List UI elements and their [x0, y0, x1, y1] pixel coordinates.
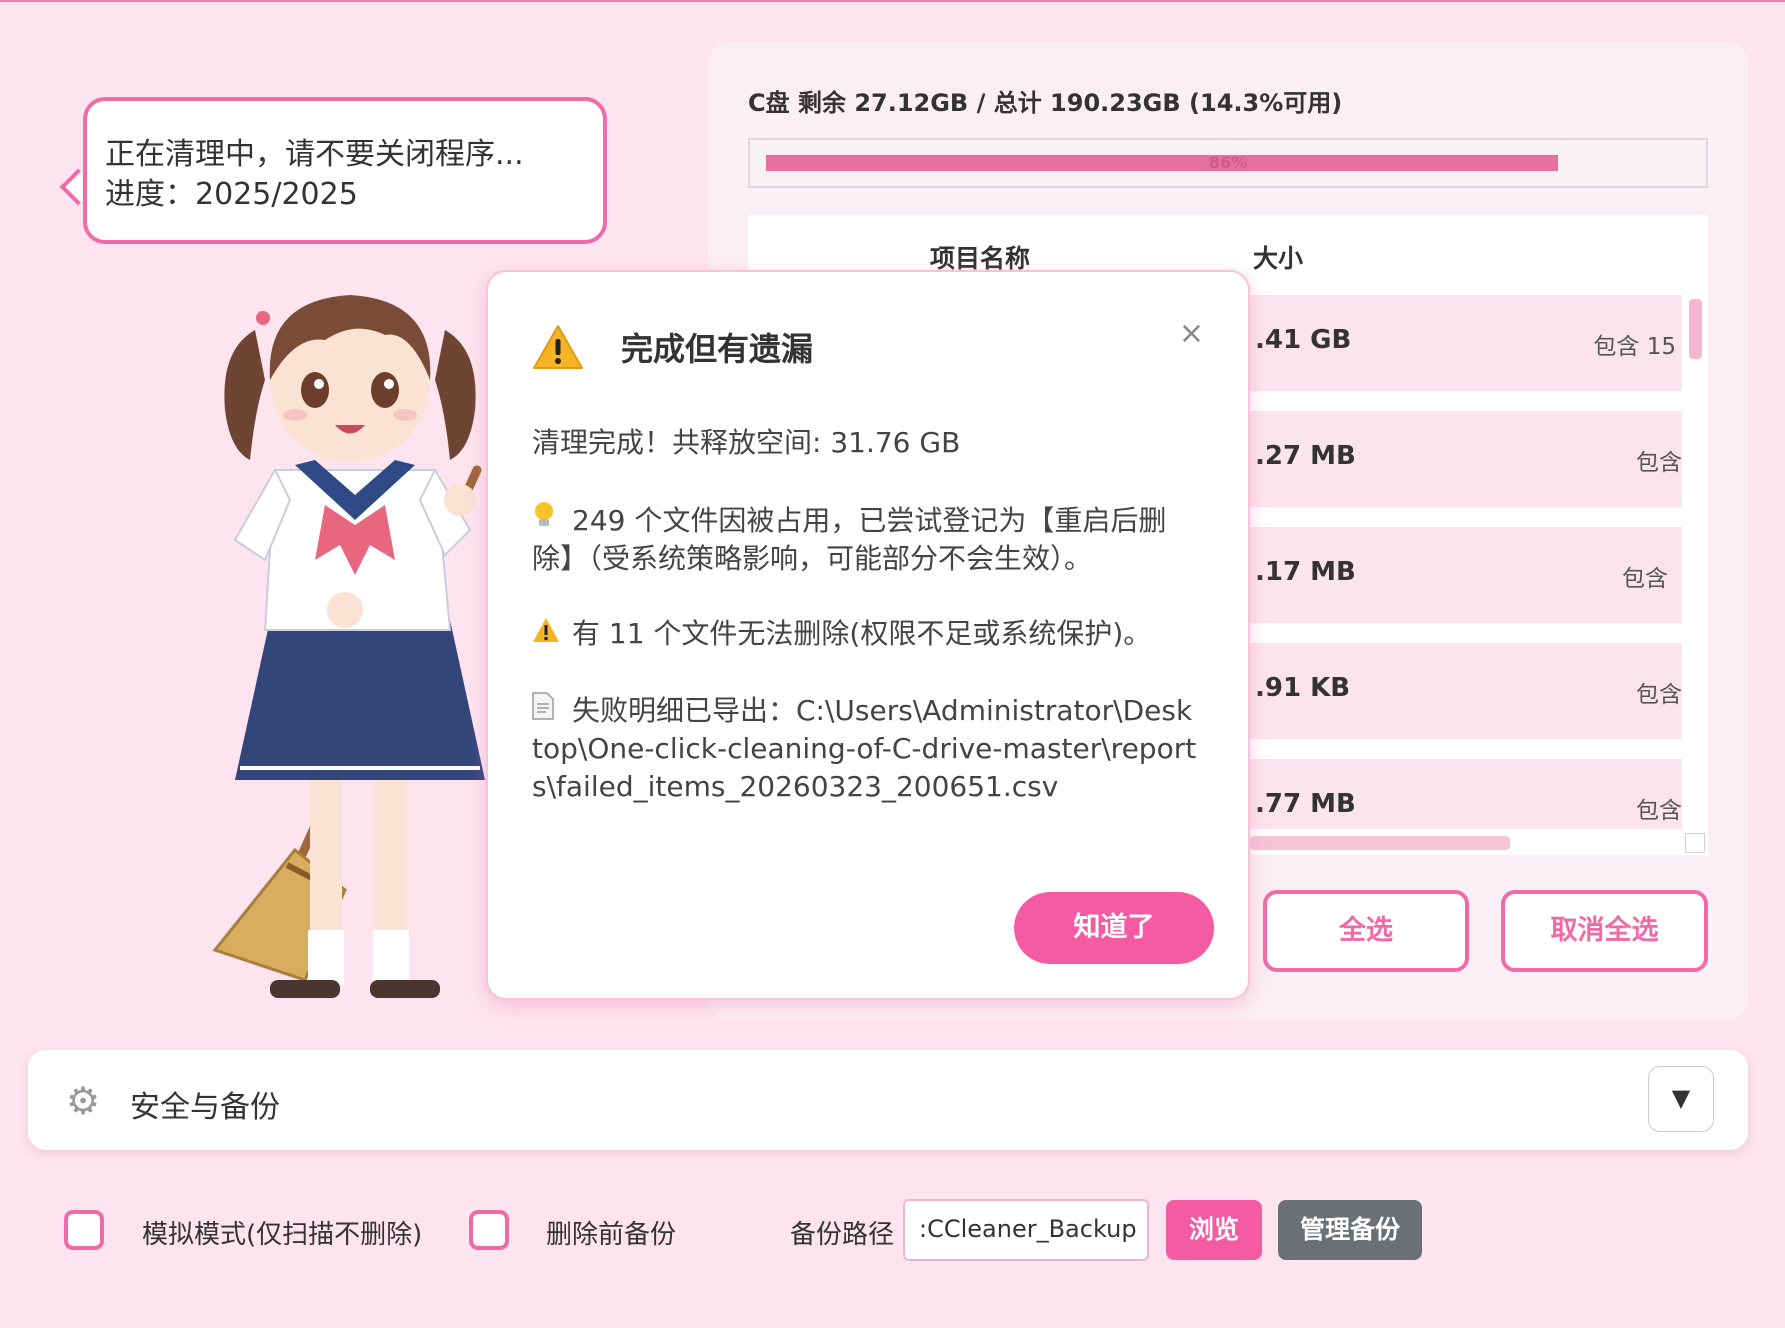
row-includes: 包含: [1636, 798, 1682, 824]
mascot-illustration: [212, 295, 485, 998]
failed-files-text: 有 11 个文件无法删除(权限不足或系统保护)。: [572, 617, 1152, 650]
lightbulb-icon: [532, 500, 572, 540]
chevron-down-icon[interactable]: ▼: [1648, 1066, 1714, 1132]
row-size: .17 MB: [1255, 557, 1356, 587]
status-speech-bubble: 正在清理中，请不要关闭程序... 进度：2025/2025: [83, 97, 607, 244]
deselect-all-button[interactable]: 取消全选: [1501, 890, 1708, 972]
dialog-title: 完成但有遗漏: [621, 330, 814, 368]
row-includes: 包含 15: [1593, 334, 1676, 360]
progress-text: 进度：2025/2025: [105, 177, 358, 212]
backup-path-input[interactable]: :CCleaner_Backup: [903, 1199, 1149, 1261]
dialog-summary: 清理完成！共释放空间: 31.76 GB: [532, 426, 961, 459]
failed-files-message: 有 11 个文件无法删除(权限不足或系统保护)。: [532, 615, 1202, 653]
disk-usage-summary: C盘 剩余 27.12GB / 总计 190.23GB (14.3%可用): [748, 89, 1343, 117]
row-includes: 包含: [1636, 682, 1682, 708]
backup-before-delete-checkbox[interactable]: [469, 1210, 509, 1250]
browse-button[interactable]: 浏览: [1166, 1200, 1262, 1260]
disk-usage-bar: 86%: [748, 138, 1708, 188]
document-icon: [532, 692, 572, 730]
row-includes: 包含: [1636, 450, 1682, 476]
warning-icon: [533, 325, 583, 369]
window-top-border: [0, 0, 1785, 2]
simulate-mode-label[interactable]: 模拟模式(仅扫描不删除): [142, 1214, 422, 1251]
completion-dialog: 完成但有遗漏 × 清理完成！共释放空间: 31.76 GB 249 个文件因被占…: [486, 270, 1250, 1000]
row-size: .77 MB: [1255, 789, 1356, 819]
export-path-text: 失败明细已导出：C:\Users\Administrator\Desktop\O…: [532, 694, 1197, 803]
select-all-button[interactable]: 全选: [1263, 890, 1469, 972]
vertical-scrollbar[interactable]: [1689, 299, 1702, 359]
simulate-mode-checkbox[interactable]: [64, 1210, 104, 1250]
close-icon[interactable]: ×: [1179, 316, 1204, 351]
scrollbar-corner: [1685, 833, 1705, 853]
gear-icon: ⚙: [66, 1079, 101, 1123]
locked-files-text: 249 个文件因被占用，已尝试登记为【重启后删除】（受系统策略影响，可能部分不会…: [532, 504, 1167, 575]
export-path-message: 失败明细已导出：C:\Users\Administrator\Desktop\O…: [532, 692, 1202, 806]
manage-backups-button[interactable]: 管理备份: [1278, 1200, 1422, 1260]
horizontal-scrollbar[interactable]: [1250, 836, 1510, 850]
ok-button[interactable]: 知道了: [1014, 892, 1214, 964]
column-header-size[interactable]: 大小: [1253, 239, 1303, 275]
row-size: .41 GB: [1255, 325, 1352, 355]
disk-usage-percent: 86%: [1208, 153, 1248, 172]
row-includes: 包含: [1622, 566, 1668, 592]
backup-path-label: 备份路径: [790, 1220, 895, 1250]
status-message: 正在清理中，请不要关闭程序...: [105, 137, 524, 172]
backup-before-delete-label[interactable]: 删除前备份: [546, 1214, 676, 1251]
small-warning-icon: [532, 615, 572, 653]
row-size: .27 MB: [1255, 441, 1356, 471]
locked-files-message: 249 个文件因被占用，已尝试登记为【重启后删除】（受系统策略影响，可能部分不会…: [532, 500, 1202, 578]
section-title: 安全与备份: [130, 1090, 280, 1125]
row-size: .91 KB: [1255, 673, 1351, 703]
safety-backup-section[interactable]: ⚙ 安全与备份 ▼: [28, 1050, 1748, 1150]
